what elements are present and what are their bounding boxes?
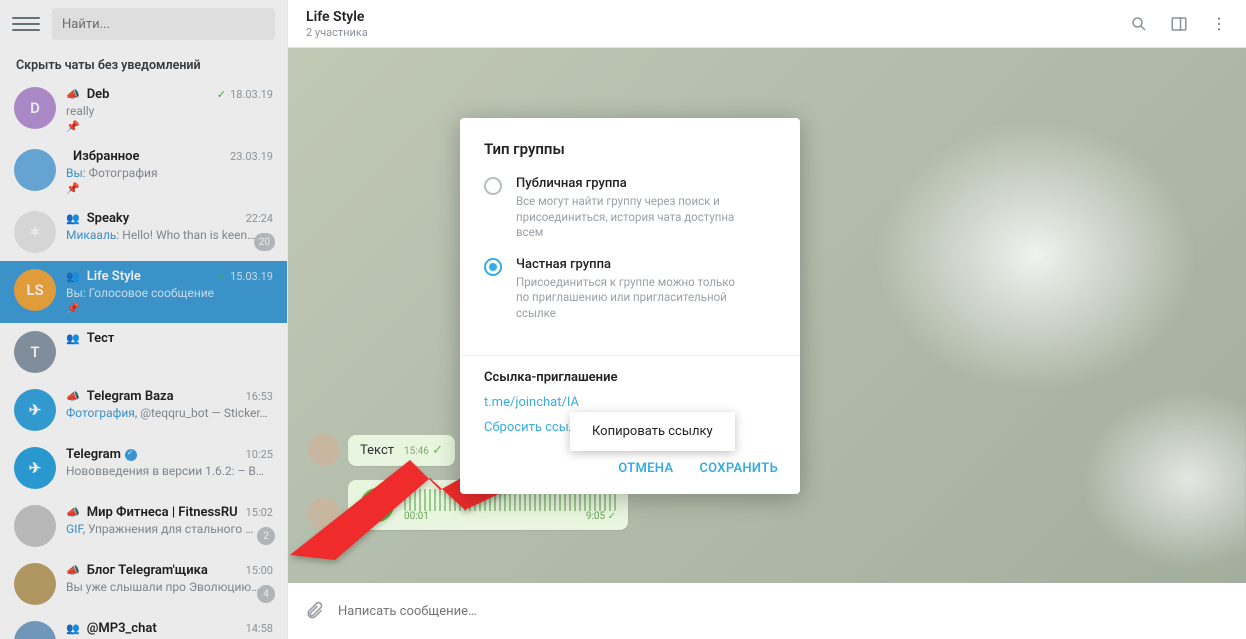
chat-preview: Вы: Фотография — [66, 166, 273, 180]
attach-icon[interactable] — [304, 601, 324, 621]
chat-item[interactable]: ✈ Telegram 10:25 Нововведения в версии 1… — [0, 439, 287, 497]
chat-header[interactable]: Life Style 2 участника — [288, 0, 1246, 48]
option-desc: Присоединиться к группе можно только по … — [516, 275, 746, 322]
option-private[interactable]: Частная группа Присоединиться к группе м… — [484, 257, 776, 322]
chat-date: 14:58 — [246, 622, 273, 635]
chat-title: Life Style — [87, 269, 141, 284]
chat-item[interactable]: ✈ 📣 Telegram Baza 16:53 Фотография, @teq… — [0, 381, 287, 439]
avatar — [14, 563, 56, 605]
pin-icon: 📌 — [66, 120, 273, 133]
chat-item[interactable]: ✶ 👥 Speaky 22:24 Микааль: Hello! Who tha… — [0, 203, 287, 261]
app-root: Скрыть чаты без уведомлений D 📣 Deb ✓18.… — [0, 0, 1246, 639]
composer — [288, 583, 1246, 639]
sidebar-top — [0, 0, 287, 48]
verified-icon — [125, 449, 137, 461]
sidebar-hint: Скрыть чаты без уведомлений — [0, 48, 287, 79]
option-desc: Все могут найти группу через поиск и при… — [516, 194, 746, 241]
chat-item[interactable]: 📣 Блог Telegram'щика 15:00 Вы уже слышал… — [0, 555, 287, 613]
search-icon[interactable] — [1130, 15, 1148, 33]
chat-preview: really — [66, 104, 273, 118]
chat-date: 15:00 — [246, 564, 273, 577]
chat-subtitle: 2 участника — [306, 26, 368, 39]
avatar — [14, 149, 56, 191]
group-icon: 👥 — [66, 270, 80, 283]
chat-item[interactable]: LS 👥 Life Style ✓15.03.19 Вы: Голосовое … — [0, 261, 287, 323]
invite-link[interactable]: t.me/joinchat/IA — [484, 395, 776, 410]
radio-icon[interactable] — [484, 258, 502, 276]
megaphone-icon: 📣 — [66, 390, 80, 403]
chat-preview: Вы: Голосовое сообщение — [66, 286, 273, 300]
chat-date: 16:53 — [246, 390, 273, 403]
chat-title: Deb — [87, 87, 110, 102]
sidebar: Скрыть чаты без уведомлений D 📣 Deb ✓18.… — [0, 0, 288, 639]
group-icon: 👥 — [66, 622, 80, 635]
avatar: ✶ — [14, 211, 56, 253]
chat-title: Speaky — [87, 211, 130, 226]
chat-date: ✓15.03.19 — [217, 270, 273, 283]
chat-date: 23.03.19 — [230, 150, 273, 163]
chat-title: Telegram Baza — [87, 389, 174, 404]
chat-title: Тест — [87, 331, 115, 346]
avatar — [14, 621, 56, 639]
chat-item[interactable]: 📣 Мир Фитнеса | FitnessRU 15:02 GIF, Упр… — [0, 497, 287, 555]
message-input[interactable] — [338, 604, 1230, 619]
chat-title: Telegram — [66, 447, 121, 462]
chat-item[interactable]: D 📣 Deb ✓18.03.19 really 📌 — [0, 79, 287, 141]
chat-item[interactable]: Т 👥 Тест — [0, 323, 287, 381]
pin-icon: 📌 — [66, 302, 273, 315]
radio-icon[interactable] — [484, 177, 502, 195]
sidepanel-icon[interactable] — [1170, 15, 1188, 33]
group-icon: 👥 — [66, 332, 80, 345]
avatar: ✈ — [14, 389, 56, 431]
cancel-button[interactable]: ОТМЕНА — [618, 461, 673, 476]
chat-preview: Фотография, @teqqru_bot — Sticker… — [66, 406, 273, 420]
option-public[interactable]: Публичная группа Все могут найти группу … — [484, 176, 776, 241]
save-button[interactable]: СОХРАНИТЬ — [699, 461, 778, 476]
unread-badge: 20 — [254, 233, 275, 251]
chat-preview: Нововведения в версии 1.6.2: – Вы м… — [66, 464, 273, 478]
megaphone-icon: 📣 — [66, 88, 80, 101]
chat-date: 15:02 — [246, 506, 273, 519]
chat-item[interactable]: Избранное 23.03.19 Вы: Фотография 📌 — [0, 141, 287, 203]
unread-badge: 2 — [257, 527, 275, 545]
option-label: Частная группа — [516, 257, 746, 272]
chat-title: Блог Telegram'щика — [87, 563, 208, 578]
megaphone-icon: 📣 — [66, 506, 80, 519]
more-icon[interactable] — [1210, 15, 1228, 33]
chat-preview: Микааль: Hello! Who than is keen… — [66, 228, 273, 242]
unread-badge: 4 — [257, 585, 275, 603]
avatar: D — [14, 87, 56, 129]
invite-section-title: Ссылка-приглашение — [484, 370, 776, 385]
pin-icon: 📌 — [66, 182, 273, 195]
chat-preview: GIF, Упражнения для стального … — [66, 522, 273, 536]
avatar: LS — [14, 269, 56, 311]
chat-item[interactable]: 👥 @MP3_chat 14:58 killnik05 теперь в гру… — [0, 613, 287, 639]
option-label: Публичная группа — [516, 176, 746, 191]
chat-list[interactable]: D 📣 Deb ✓18.03.19 really 📌 Избранное 23.… — [0, 79, 287, 639]
search-input[interactable] — [52, 8, 275, 40]
menu-button[interactable] — [12, 10, 40, 38]
avatar — [14, 505, 56, 547]
context-menu-copy-link[interactable]: Копировать ссылку — [570, 412, 735, 451]
avatar: Т — [14, 331, 56, 373]
chat-date: ✓18.03.19 — [217, 88, 273, 101]
chat-title: @MP3_chat — [87, 621, 157, 636]
chat-preview: Вы уже слышали про Эволюцию… — [66, 580, 273, 594]
group-icon: 👥 — [66, 212, 80, 225]
megaphone-icon: 📣 — [66, 564, 80, 577]
dialog-title: Тип группы — [484, 140, 776, 158]
chat-date: 22:24 — [246, 212, 273, 225]
chat-title: Избранное — [73, 149, 139, 164]
chat-date: 10:25 — [246, 448, 273, 461]
avatar: ✈ — [14, 447, 56, 489]
chat-title: Life Style — [306, 9, 368, 25]
chat-title: Мир Фитнеса | FitnessRU — [87, 505, 238, 520]
